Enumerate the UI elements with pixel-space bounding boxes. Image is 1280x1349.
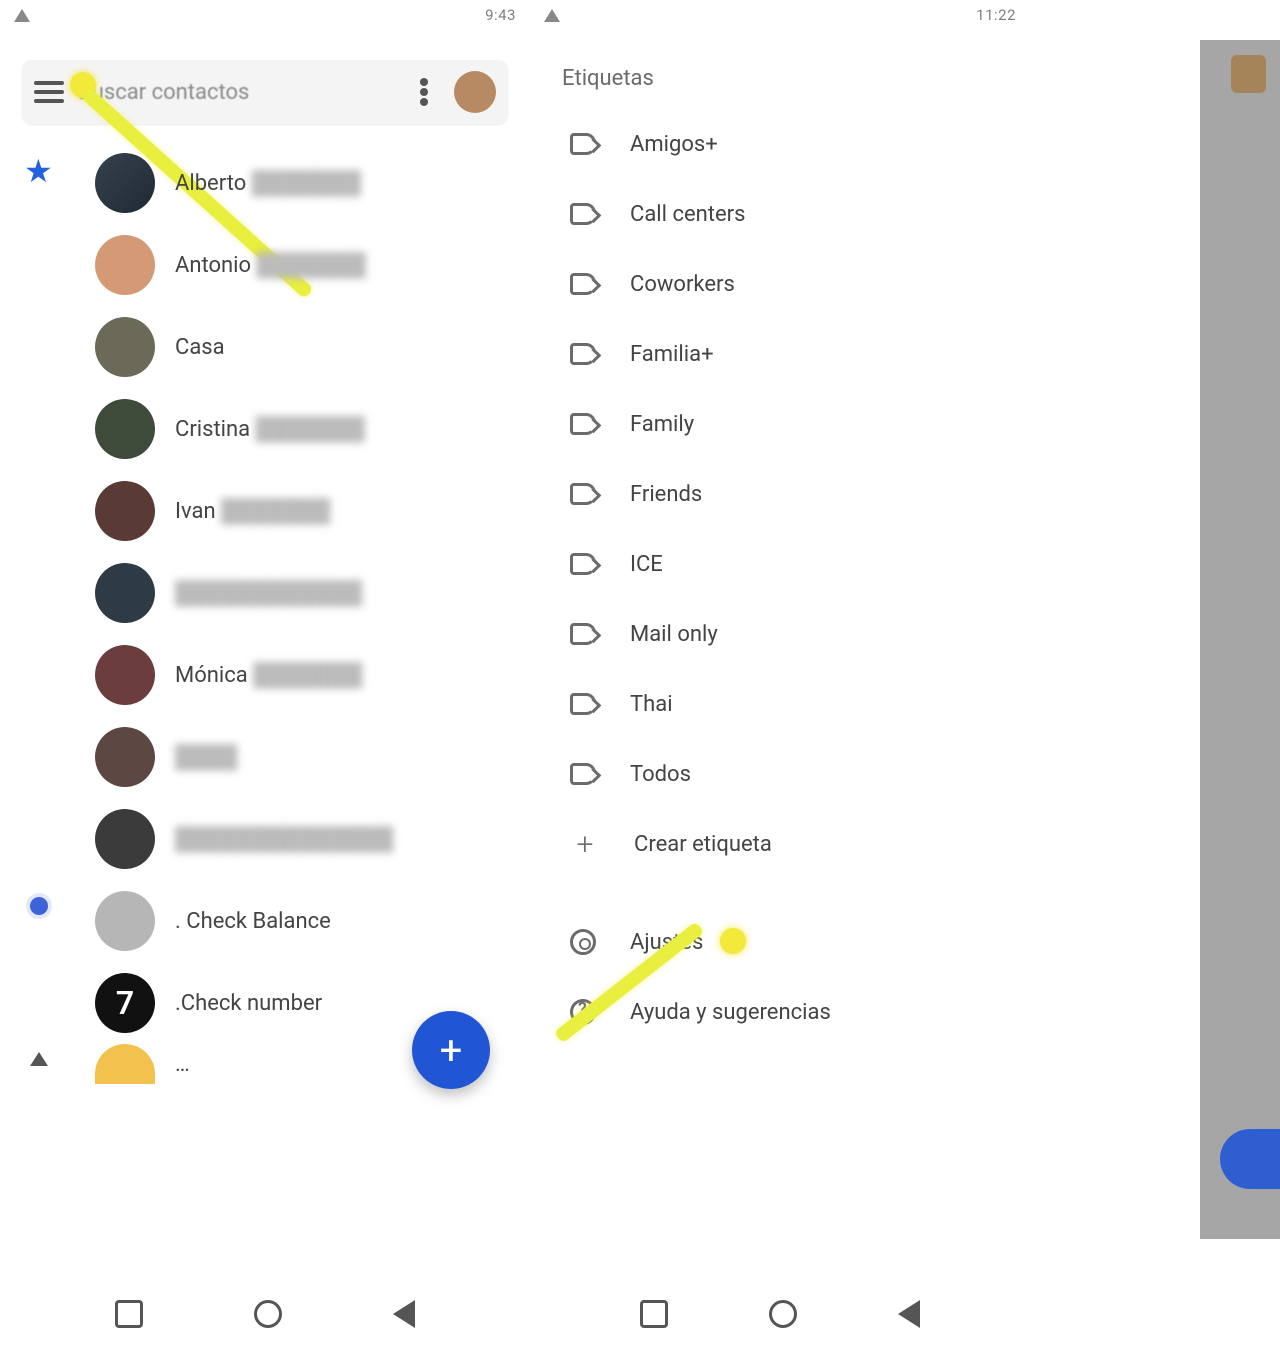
create-label-text: Crear etiqueta xyxy=(634,832,772,857)
contact-row[interactable]: Cristina ███████ xyxy=(95,388,530,470)
label-text: Mail only xyxy=(630,622,718,647)
label-icon xyxy=(570,553,596,575)
label-icon xyxy=(570,203,596,225)
create-label-item[interactable]: + Crear etiqueta xyxy=(570,809,1030,879)
contact-name: Ivan xyxy=(175,499,216,524)
labels-section-title: Etiquetas xyxy=(530,30,1030,109)
contact-name: Mónica xyxy=(175,663,248,688)
label-text: Thai xyxy=(630,692,673,717)
contact-row[interactable]: Antonio ███████ xyxy=(95,224,530,306)
highlight-settings-dot xyxy=(720,928,746,954)
contact-avatar xyxy=(95,563,155,623)
nav-recent-icon[interactable] xyxy=(640,1300,668,1328)
account-avatar[interactable] xyxy=(454,71,496,113)
plus-icon: + xyxy=(570,829,600,859)
label-item[interactable]: Mail only xyxy=(570,599,1030,669)
label-item[interactable]: ICE xyxy=(570,529,1030,599)
label-icon xyxy=(570,343,596,365)
label-text: Call centers xyxy=(630,202,745,227)
contact-name: .Check number xyxy=(175,991,322,1016)
contact-avatar xyxy=(95,481,155,541)
time-text: 9:43 xyxy=(485,6,516,24)
label-text: Family xyxy=(630,412,694,437)
contact-avatar xyxy=(95,727,155,787)
help-text: Ayuda y sugerencias xyxy=(630,1000,831,1025)
screenshot-background-sliver xyxy=(1030,0,1280,1349)
more-menu-icon[interactable] xyxy=(420,88,428,96)
label-icon xyxy=(570,483,596,505)
contact-avatar xyxy=(95,235,155,295)
contact-row[interactable]: Mónica ███████ xyxy=(95,634,530,716)
nav-back-icon[interactable] xyxy=(898,1300,920,1328)
hamburger-menu-icon[interactable] xyxy=(34,81,64,103)
contact-avatar xyxy=(95,645,155,705)
label-text: Coworkers xyxy=(630,272,735,297)
contact-avatar xyxy=(95,809,155,869)
label-icon xyxy=(570,413,596,435)
label-icon xyxy=(570,693,596,715)
contact-row[interactable]: Alberto ███████ xyxy=(95,142,530,224)
contact-avatar xyxy=(95,399,155,459)
section-caret-icon xyxy=(30,1052,48,1066)
search-input[interactable]: Buscar contactos xyxy=(78,80,394,105)
android-nav-bar xyxy=(530,1279,1030,1349)
label-text: Todos xyxy=(630,762,691,787)
gear-icon xyxy=(570,929,596,955)
contact-row[interactable]: ████████████ xyxy=(95,552,530,634)
account-avatar xyxy=(1231,55,1266,93)
contact-avatar: 7 xyxy=(95,973,155,1033)
contact-row[interactable]: . Check Balance xyxy=(95,880,530,962)
label-item[interactable]: Coworkers xyxy=(570,249,1030,319)
signal-icon xyxy=(14,9,30,22)
contact-avatar xyxy=(95,317,155,377)
contact-row[interactable]: ████ xyxy=(95,716,530,798)
status-bar: 11:22 xyxy=(530,0,1030,30)
contact-row[interactable]: Casa xyxy=(95,306,530,388)
label-icon xyxy=(570,623,596,645)
status-bar: 9:43 xyxy=(0,0,530,30)
contacts-list: ★ Alberto ███████ Antonio ███████ Casa C… xyxy=(0,142,530,1084)
label-item[interactable]: Call centers xyxy=(570,179,1030,249)
contact-name: Antonio xyxy=(175,253,251,278)
contact-name: Casa xyxy=(175,335,225,360)
labels-list: Amigos+ Call centers Coworkers Familia+ … xyxy=(530,109,1030,1047)
contact-avatar xyxy=(95,153,155,213)
signal-icon xyxy=(544,9,560,22)
label-item[interactable]: Familia+ xyxy=(570,319,1030,389)
nav-home-icon[interactable] xyxy=(254,1300,282,1328)
label-icon xyxy=(570,133,596,155)
label-text: Friends xyxy=(630,482,702,507)
label-text: Familia+ xyxy=(630,342,714,367)
label-item[interactable]: Amigos+ xyxy=(570,109,1030,179)
section-dot-icon xyxy=(30,897,48,915)
label-text: Amigos+ xyxy=(630,132,718,157)
nav-back-icon[interactable] xyxy=(393,1300,415,1328)
label-icon xyxy=(570,273,596,295)
label-item[interactable]: Thai xyxy=(570,669,1030,739)
screenshot-contacts-list: 9:43 Buscar contactos ★ Alberto ███████ … xyxy=(0,0,530,1349)
scrim xyxy=(1200,40,1280,1239)
android-nav-bar xyxy=(0,1279,530,1349)
contact-avatar xyxy=(95,891,155,951)
add-contact-fab xyxy=(1220,1129,1280,1189)
contact-name: . Check Balance xyxy=(175,909,331,934)
screenshot-nav-drawer: 11:22 Etiquetas Amigos+ Call centers Cow… xyxy=(530,0,1030,1349)
contact-avatar xyxy=(95,1044,155,1084)
contact-name: Cristina xyxy=(175,417,250,442)
help-item[interactable]: Ayuda y sugerencias xyxy=(570,977,1030,1047)
add-contact-fab[interactable]: + xyxy=(412,1011,490,1089)
nav-home-icon[interactable] xyxy=(769,1300,797,1328)
label-icon xyxy=(570,763,596,785)
nav-recent-icon[interactable] xyxy=(115,1300,143,1328)
time-text: 11:22 xyxy=(976,6,1016,24)
plus-icon: + xyxy=(440,1027,463,1074)
contact-row[interactable]: ██████████████ xyxy=(95,798,530,880)
contact-name: Alberto xyxy=(175,171,246,196)
label-item[interactable]: Family xyxy=(570,389,1030,459)
contact-row[interactable]: Ivan ███████ xyxy=(95,470,530,552)
star-icon: ★ xyxy=(24,152,53,190)
label-item[interactable]: Friends xyxy=(570,459,1030,529)
label-item[interactable]: Todos xyxy=(570,739,1030,809)
label-text: ICE xyxy=(630,552,663,577)
